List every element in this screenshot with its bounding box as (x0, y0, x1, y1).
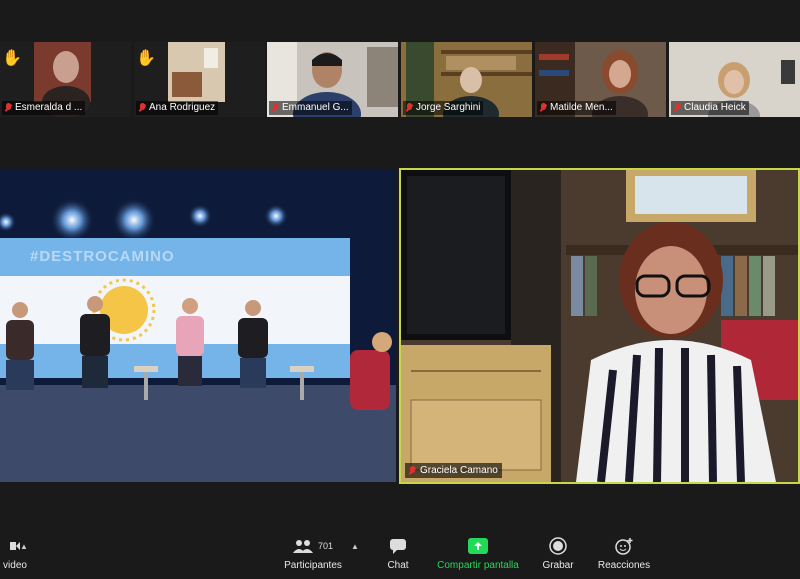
record-label: Grabar (542, 560, 574, 571)
raised-hand-icon: ✋ (136, 50, 156, 67)
participants-icon (292, 540, 313, 553)
video-label: video (3, 560, 27, 571)
participants-count: 701 (317, 541, 334, 551)
participant-tile-claudia[interactable]: Claudia Heick (669, 42, 800, 117)
record-button[interactable]: Grabar (538, 536, 578, 571)
participant-name: Ana Rodriguez (149, 102, 216, 113)
participant-name: Matilde Men... (550, 102, 613, 113)
participant-name-label: Esmeralda d ... (2, 101, 86, 115)
chat-button[interactable]: Chat (382, 536, 414, 571)
participant-tile-matilde[interactable]: Matilde Men... (535, 42, 666, 117)
participant-tile-emmanuel[interactable]: Emmanuel G... (267, 42, 398, 117)
reactions-label: Reacciones (597, 560, 651, 571)
participant-name-label: Emmanuel G... (269, 101, 352, 115)
share-label: Compartir pantalla (437, 560, 519, 571)
participant-name: Jorge Sarghini (416, 102, 481, 113)
mic-muted-icon (5, 103, 12, 113)
participant-name-label: Claudia Heick (671, 101, 749, 115)
chat-label: Chat (387, 560, 409, 571)
participants-label: Participantes (284, 560, 342, 571)
mic-muted-icon (139, 103, 146, 113)
share-screen-icon (468, 538, 488, 554)
participant-name: Esmeralda d ... (15, 102, 83, 113)
mic-muted-icon (540, 103, 547, 113)
chevron-up-icon[interactable]: ▲ (20, 542, 28, 551)
speaker-video (401, 170, 798, 482)
reactions-button[interactable]: Reacciones (596, 536, 652, 571)
participant-strip: ✋ Esmeralda d ... ✋ Ana Rodriguez Emmanu… (0, 42, 800, 117)
video-camera-icon (10, 542, 20, 550)
participants-button[interactable]: 701 Participantes (278, 536, 348, 571)
participant-name: Emmanuel G... (282, 102, 349, 113)
chat-icon (390, 539, 406, 554)
stage-video-panel[interactable]: #DESTROCAMINO (0, 170, 396, 482)
participant-name: Claudia Heick (684, 102, 746, 113)
raised-hand-icon: ✋ (2, 50, 22, 67)
participant-name-label: Ana Rodriguez (136, 101, 219, 115)
reactions-icon (615, 538, 633, 555)
speaker-name: Graciela Camano (420, 465, 498, 476)
participant-tile-esmeralda[interactable]: ✋ Esmeralda d ... (0, 42, 131, 117)
stage-scene (0, 170, 396, 482)
share-screen-button[interactable]: Compartir pantalla (434, 536, 522, 571)
active-speaker-panel[interactable]: Graciela Camano (399, 168, 800, 484)
mic-muted-icon (674, 103, 681, 113)
mic-muted-icon (409, 465, 416, 476)
mic-muted-icon (272, 103, 279, 113)
participant-name-label: Jorge Sarghini (403, 101, 484, 115)
participant-tile-ana[interactable]: ✋ Ana Rodriguez (134, 42, 265, 117)
stage-banner-text: #DESTROCAMINO (30, 248, 175, 265)
participant-tile-jorge[interactable]: Jorge Sarghini (401, 42, 532, 117)
chevron-up-icon[interactable]: ▲ (351, 542, 359, 551)
speaker-name-label: Graciela Camano (405, 463, 502, 478)
participant-name-label: Matilde Men... (537, 101, 616, 115)
record-icon (549, 537, 567, 555)
mic-muted-icon (406, 103, 413, 113)
meeting-toolbar: video ▲ 701 Participantes ▲ Chat Compart… (0, 530, 800, 579)
